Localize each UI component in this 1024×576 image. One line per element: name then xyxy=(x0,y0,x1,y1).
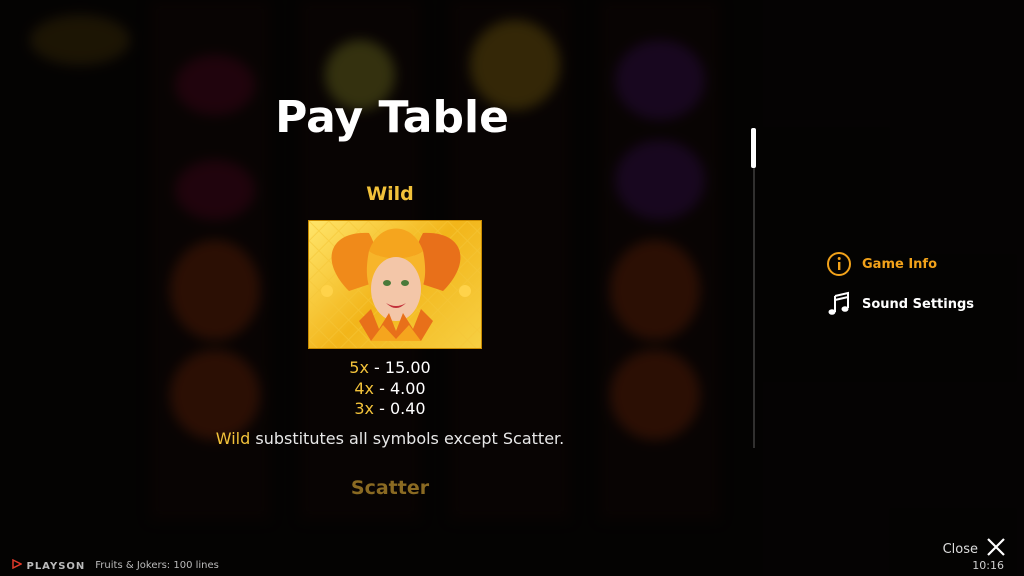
scatter-symbol-name: Scatter xyxy=(350,477,430,499)
page-title: Pay Table xyxy=(275,92,509,143)
close-x-icon xyxy=(986,537,1006,561)
menu-item-label: Game Info xyxy=(862,256,938,272)
menu-item-sound-settings[interactable]: Sound Settings xyxy=(826,291,974,317)
menu-item-label: Sound Settings xyxy=(862,296,974,312)
pay-line-4x: 4x - 4.00 xyxy=(354,379,426,398)
pay-multiplier: 4x xyxy=(354,379,375,398)
pay-line-5x: 5x - 15.00 xyxy=(349,358,431,377)
info-circle-icon xyxy=(826,251,852,277)
scrollbar-thumb[interactable] xyxy=(751,128,756,168)
wild-description: Wild substitutes all symbols except Scat… xyxy=(160,429,620,448)
playson-logo: PLAYSON xyxy=(12,558,86,572)
menu-item-game-info[interactable]: Game Info xyxy=(826,251,937,277)
clock: 10:16 xyxy=(972,559,1004,572)
pay-line-3x: 3x - 0.40 xyxy=(354,399,426,418)
brand-name: PLAYSON xyxy=(26,561,86,572)
pay-multiplier: 3x xyxy=(354,399,375,418)
wild-description-text: substitutes all symbols except Scatter. xyxy=(250,429,565,448)
overlay-dim xyxy=(0,0,1024,576)
close-button[interactable]: Close xyxy=(943,537,1006,561)
pay-value: 15.00 xyxy=(384,358,431,377)
pay-value: 0.40 xyxy=(389,399,426,418)
close-label: Close xyxy=(942,541,978,557)
wild-jester-symbol-image xyxy=(308,220,482,349)
play-triangle-icon xyxy=(12,558,23,570)
jester-icon xyxy=(309,221,481,348)
wild-symbol-name: Wild xyxy=(366,183,414,205)
game-name: Fruits & Jokers: 100 lines xyxy=(95,560,219,571)
pay-value: 4.00 xyxy=(389,379,426,398)
wild-description-highlight: Wild xyxy=(215,429,251,448)
music-note-icon xyxy=(826,291,852,317)
scrollbar-track[interactable] xyxy=(753,128,755,448)
pay-multiplier: 5x xyxy=(349,358,369,377)
footer-brand: PLAYSON Fruits & Jokers: 100 lines xyxy=(12,558,219,572)
